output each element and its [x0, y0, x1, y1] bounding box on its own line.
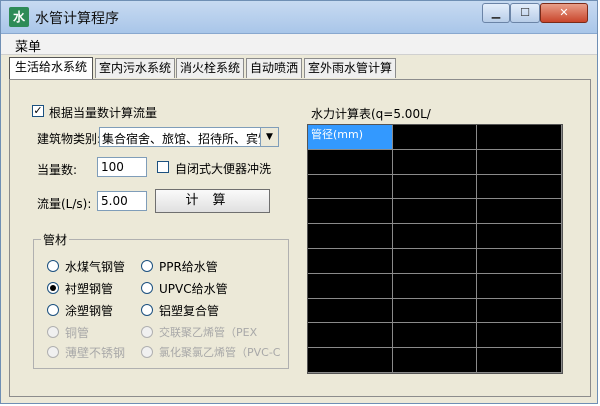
- grid-cell[interactable]: [308, 174, 393, 200]
- building-type-label: 建筑物类别:: [37, 132, 102, 146]
- grid-cell[interactable]: [308, 273, 393, 299]
- label-coated-steel: 涂塑钢管: [65, 304, 114, 318]
- grid-cell[interactable]: [392, 125, 478, 150]
- building-type-select[interactable]: 集合宿舍、旅馆、招待所、宾馆 ▼: [99, 127, 279, 147]
- grid-cell[interactable]: [392, 149, 478, 175]
- grid-cell[interactable]: [392, 224, 478, 249]
- fixture-count-input[interactable]: 100: [97, 157, 147, 177]
- grid-cell[interactable]: [308, 224, 393, 249]
- radio-pex[interactable]: [141, 326, 153, 338]
- label-copper: 铜管: [65, 326, 90, 340]
- grid-cell[interactable]: [392, 298, 478, 324]
- flush-valve-checkbox[interactable]: [157, 161, 169, 173]
- tab-domestic-water[interactable]: 生活给水系统: [9, 57, 93, 79]
- fixture-count-label: 当量数:: [37, 163, 78, 177]
- grid-cell[interactable]: [392, 273, 478, 299]
- flow-label: 流量(L/s):: [37, 197, 92, 211]
- results-grid[interactable]: 管径(mm): [307, 124, 563, 374]
- label-pap: 铝塑复合管: [159, 304, 220, 318]
- label-pvcc: 氯化聚氯乙烯管（PVC-C: [159, 346, 281, 359]
- radio-coated-steel[interactable]: [47, 304, 59, 316]
- chevron-down-icon[interactable]: ▼: [260, 128, 278, 146]
- maximize-button[interactable]: ☐: [510, 3, 540, 23]
- label-ppr: PPR给水管: [159, 260, 218, 274]
- tab-indoor-sewage[interactable]: 室内污水系统: [95, 58, 175, 78]
- faucet-icon: 水: [9, 7, 29, 27]
- tab-fire-hydrant[interactable]: 消火栓系统: [176, 58, 244, 78]
- grid-cell[interactable]: [477, 298, 562, 324]
- radio-galvanized-steel[interactable]: [47, 260, 59, 272]
- radio-plastic-lined-steel[interactable]: [47, 282, 59, 294]
- label-upvc: UPVC给水管: [159, 282, 228, 296]
- label-galvanized-steel: 水煤气钢管: [65, 260, 126, 274]
- grid-cell[interactable]: [308, 348, 393, 373]
- radio-copper[interactable]: [47, 326, 59, 338]
- building-type-value: 集合宿舍、旅馆、招待所、宾馆: [102, 132, 271, 146]
- radio-upvc[interactable]: [141, 282, 153, 294]
- menu-item-main[interactable]: 菜单: [15, 36, 41, 55]
- grid-cell[interactable]: [477, 323, 562, 349]
- calculate-button[interactable]: 计算: [155, 189, 270, 213]
- grid-cell[interactable]: [477, 149, 562, 175]
- grid-cell[interactable]: [308, 298, 393, 324]
- minimize-button[interactable]: ▁: [482, 3, 510, 23]
- flush-valve-label: 自闭式大便器冲洗: [175, 162, 272, 176]
- tab-sprinkler[interactable]: 自动喷洒: [246, 58, 302, 78]
- grid-cell[interactable]: [308, 149, 393, 175]
- calc-by-fixture-label: 根据当量数计算流量: [49, 106, 158, 120]
- pipe-material-title: 管材: [41, 231, 70, 248]
- grid-cell[interactable]: [477, 249, 562, 274]
- app-window: 水 水管计算程序 ▁ ☐ ✕ 菜单 生活给水系统 室内污水系统 消火栓系统 自动…: [0, 0, 598, 404]
- grid-cell[interactable]: [477, 348, 562, 373]
- flow-input[interactable]: 5.00: [97, 191, 147, 211]
- grid-cell[interactable]: [477, 273, 562, 299]
- radio-ppr[interactable]: [141, 260, 153, 272]
- radio-stainless[interactable]: [47, 346, 59, 358]
- grid-cell[interactable]: [392, 348, 478, 373]
- grid-cell[interactable]: [477, 174, 562, 200]
- label-stainless: 薄壁不锈钢: [65, 346, 126, 360]
- grid-cell[interactable]: [477, 199, 562, 225]
- tab-outdoor-rain[interactable]: 室外雨水管计算: [304, 58, 396, 78]
- grid-cell[interactable]: [392, 323, 478, 349]
- window-title: 水管计算程序: [35, 11, 119, 27]
- label-pex: 交联聚乙烯管（PEX: [159, 326, 258, 339]
- grid-cell[interactable]: [477, 125, 562, 150]
- close-button[interactable]: ✕: [540, 3, 588, 23]
- grid-cell[interactable]: [308, 249, 393, 274]
- grid-cell[interactable]: [308, 323, 393, 349]
- grid-cell[interactable]: [392, 249, 478, 274]
- grid-cell[interactable]: [392, 199, 478, 225]
- grid-header-cell[interactable]: 管径(mm): [308, 125, 393, 150]
- menu-bar: 菜单: [1, 34, 597, 55]
- grid-cell[interactable]: [308, 199, 393, 225]
- grid-cell[interactable]: [392, 174, 478, 200]
- calc-by-fixture-checkbox[interactable]: ✓: [32, 105, 44, 117]
- label-plastic-lined-steel: 衬塑钢管: [65, 282, 114, 296]
- grid-cell[interactable]: [477, 224, 562, 249]
- results-title: 水力计算表(q=5.00L/: [311, 107, 431, 121]
- radio-pap[interactable]: [141, 304, 153, 316]
- title-bar: 水 水管计算程序 ▁ ☐ ✕: [1, 1, 597, 34]
- radio-pvcc[interactable]: [141, 346, 153, 358]
